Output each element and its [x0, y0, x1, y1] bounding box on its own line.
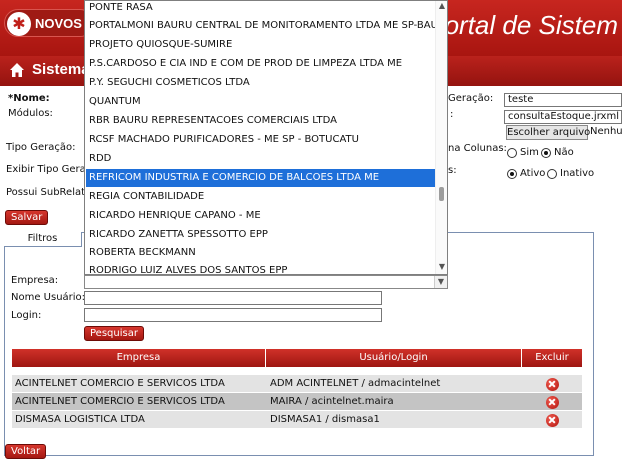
home-icon[interactable] — [9, 62, 25, 78]
ativo-label: Ativo — [520, 168, 546, 179]
salvar-button[interactable]: Salvar — [5, 210, 49, 225]
dropdown-option[interactable]: RODRIGO LUIZ ALVES DOS SANTOS EPP — [86, 262, 436, 274]
cell-empresa: DISMASA LOGISTICA LTDA — [15, 414, 145, 425]
delete-icon[interactable] — [546, 414, 559, 427]
logo-text: NOVOS — [35, 16, 82, 31]
inativo-radio[interactable] — [547, 169, 557, 179]
cell-usuario: MAIRA / acintelnet.maira — [270, 396, 394, 407]
dropdown-option[interactable]: RBR BAURU REPRESENTACOES COMERCIAIS LTDA — [86, 112, 436, 130]
logo[interactable]: ✱ NOVOS — [4, 9, 94, 37]
sim-label: Sim — [520, 147, 539, 158]
cell-empresa: ACINTELNET COMERCIO E SERVICOS LTDA — [15, 396, 225, 407]
column-header-excluir: Excluir — [522, 349, 582, 367]
geracao-label: Geração: — [448, 93, 494, 104]
table-row[interactable]: DISMASA LOGISTICA LTDA DISMASA1 / dismas… — [12, 411, 582, 429]
voltar-button[interactable]: Voltar — [5, 444, 47, 459]
geracao-field[interactable]: teste — [504, 93, 622, 107]
login-label: Login: — [11, 310, 42, 321]
coluna-label: na Colunas: — [448, 143, 507, 154]
nome-label: *Nome: — [8, 93, 50, 104]
ativo-radio[interactable] — [507, 169, 517, 179]
dropdown-option[interactable]: PROJETO QUIOSQUE-SUMIRE — [86, 36, 436, 54]
column-header-empresa: Empresa — [12, 349, 266, 367]
pesquisar-button[interactable]: Pesquisar — [84, 326, 144, 341]
scroll-down-icon[interactable]: ▼ — [436, 262, 447, 271]
column-header-usuario: Usuário/Login — [266, 349, 522, 367]
logo-mark-icon: ✱ — [7, 12, 31, 36]
empresa-label: Empresa: — [11, 275, 59, 286]
delete-icon[interactable] — [546, 396, 559, 409]
exibir-tipo-label: Exibir Tipo Gera — [6, 164, 86, 175]
nome-usuario-field[interactable] — [84, 291, 382, 305]
dropdown-option[interactable]: ROBERTA BECKMANN — [86, 244, 436, 262]
empresa-select[interactable]: ▼ — [84, 275, 448, 289]
dropdown-option[interactable]: P.Y. SEGUCHI COSMETICOS LTDA — [86, 74, 436, 92]
scroll-up-icon[interactable]: ▲ — [436, 1, 447, 10]
cell-usuario: ADM ACINTELNET / admacintelnet — [270, 378, 441, 389]
chevron-down-icon: ▼ — [434, 276, 447, 288]
login-field[interactable] — [84, 308, 382, 322]
nome-usuario-label: Nome Usuário: — [11, 292, 86, 303]
dropdown-option-selected[interactable]: REFRICOM INDUSTRIA E COMERCIO DE BALCOES… — [86, 169, 436, 187]
dropdown-option[interactable]: REGIA CONTABILIDADE — [86, 188, 436, 206]
table-row[interactable]: ACINTELNET COMERCIO E SERVICOS LTDA MAIR… — [12, 393, 582, 411]
nao-label: Não — [554, 147, 574, 158]
table-row[interactable]: ACINTELNET COMERCIO E SERVICOS LTDA ADM … — [12, 375, 582, 393]
nenhum-arquivo-text: Nenhu — [590, 126, 622, 137]
modulos-label: Módulos: — [8, 108, 53, 119]
dropdown-option[interactable]: QUANTUM — [86, 93, 436, 111]
dropdown-option[interactable]: PORTALMONI BAURU CENTRAL DE MONITORAMENT… — [86, 17, 447, 35]
possui-subrelatorio-label: Possui SubRelato — [6, 187, 92, 198]
escolher-arquivo-button[interactable]: Escolher arquivo — [506, 125, 590, 140]
portal-title: ortal de Sistem — [444, 10, 618, 40]
tab-filtros[interactable]: Filtros — [4, 232, 82, 247]
section-title: Sistema — [32, 61, 90, 78]
dropdown-option[interactable]: RICARDO ZANETTA SPESSOTTO EPP — [86, 226, 436, 244]
status-label: s: — [448, 165, 457, 176]
nao-radio[interactable] — [541, 148, 551, 158]
dropdown-option[interactable]: P.S.CARDOSO E CIA IND E COM DE PROD DE L… — [86, 55, 436, 73]
arquivo-field[interactable]: consultaEstoque.jrxml — [504, 110, 622, 124]
tipo-geracao-label: Tipo Geração: — [6, 142, 76, 153]
inativo-label: Inativo — [560, 168, 595, 179]
table-header: Empresa Usuário/Login Excluir — [12, 349, 582, 367]
arquivo-label: : — [450, 109, 454, 120]
resultados-table: Empresa Usuário/Login Excluir ACINTELNET… — [12, 349, 582, 429]
dropdown-scrollbar[interactable]: ▲ ▼ — [435, 1, 447, 274]
dropdown-option[interactable]: RDD — [86, 150, 436, 168]
cell-usuario: DISMASA1 / dismasa1 — [270, 414, 380, 425]
dropdown-option[interactable]: RCSF MACHADO PURIFICADORES - ME SP - BOT… — [86, 131, 436, 149]
empresa-dropdown-list[interactable]: PONTE RASA PORTALMONI BAURU CENTRAL DE M… — [84, 0, 448, 275]
dropdown-option[interactable]: RICARDO HENRIQUE CAPANO - ME — [86, 207, 436, 225]
cell-empresa: ACINTELNET COMERCIO E SERVICOS LTDA — [15, 378, 225, 389]
dropdown-option[interactable]: PONTE RASA — [86, 1, 436, 17]
scrollbar-thumb[interactable] — [439, 187, 444, 201]
delete-icon[interactable] — [546, 378, 559, 391]
sim-radio[interactable] — [507, 148, 517, 158]
